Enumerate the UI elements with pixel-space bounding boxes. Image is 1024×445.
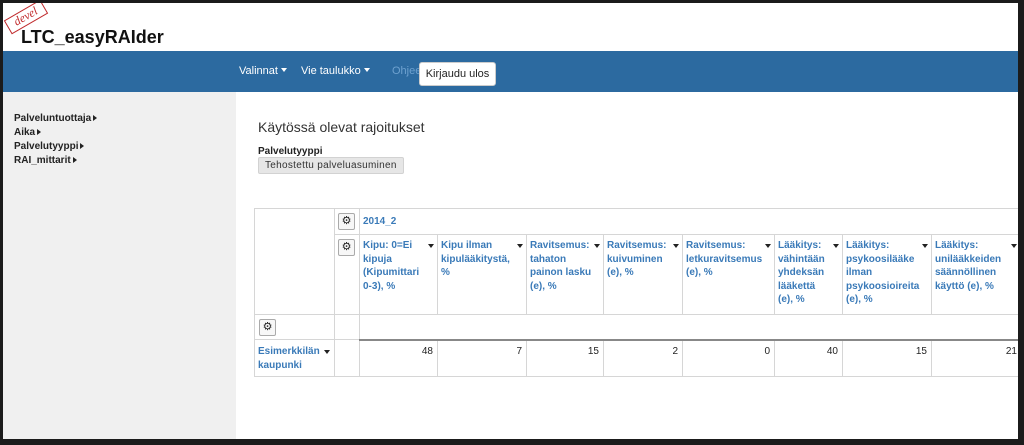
caret-down-icon[interactable] [428, 244, 434, 248]
gear-icon[interactable]: ⚙ [259, 319, 276, 336]
value-cell: 15 [842, 339, 932, 377]
sidebar-item-palveluntuottaja[interactable]: Palveluntuottaja [14, 112, 236, 126]
period-label[interactable]: 2014_2 [363, 216, 396, 227]
column-header-label: Ravitsemus: kuivuminen (e), % [607, 240, 667, 278]
value-cell: 15 [526, 339, 604, 377]
row-divider [359, 339, 1018, 341]
pivot-period-cell: 2014_2 [359, 208, 1018, 235]
app-brand[interactable]: LTC_easyRAIder [21, 27, 164, 48]
caret-down-icon[interactable] [324, 350, 330, 354]
column-header[interactable]: Kipu: 0=Ei kipuja (Kipumittari 0-3), % [363, 239, 437, 293]
column-header-cell: Ravitsemus: kuivuminen (e), % [603, 234, 683, 315]
nav-valinnat-label: Valinnat [239, 65, 278, 77]
caret-down-icon[interactable] [833, 244, 839, 248]
row-spacer-cell [334, 339, 360, 377]
header: devel LTC_easyRAIder [3, 3, 1018, 51]
navbar: Valinnat Vie taulukko Ohjeet Kirjaudu ul… [3, 51, 1018, 92]
cell-value: 7 [516, 346, 522, 357]
sidebar: Palveluntuottaja Aika Palvelutyyppi RAI_… [3, 92, 236, 439]
sidebar-item-label: Aika [14, 127, 36, 138]
value-cell: 48 [359, 339, 438, 377]
column-header-label: Kipu: 0=Ei kipuja (Kipumittari 0-3), % [363, 240, 420, 292]
caret-down-icon[interactable] [673, 244, 679, 248]
sidebar-item-palvelutyyppi[interactable]: Palvelutyyppi [14, 140, 236, 154]
column-header[interactable]: Kipu ilman kipulääkitystä, % [441, 239, 526, 280]
value-cell: 2 [603, 339, 683, 377]
column-header-cell: Kipu: 0=Ei kipuja (Kipumittari 0-3), % [359, 234, 438, 315]
column-header-cell: Kipu ilman kipulääkitystä, % [437, 234, 527, 315]
value-cell: 7 [437, 339, 527, 377]
caret-down-icon[interactable] [517, 244, 523, 248]
column-header-label: Ravitsemus: tahaton painon lasku (e), % [530, 240, 592, 292]
nav-valinnat-dropdown[interactable]: Valinnat [239, 65, 287, 77]
sidebar-item-rai-mittarit[interactable]: RAI_mittarit [14, 154, 236, 168]
nav-vie-taulukko-label: Vie taulukko [301, 65, 361, 77]
column-header[interactable]: Lääkitys: psykoosilääke ilman psykoosioi… [846, 239, 931, 307]
page-title: Käytössä olevat rajoitukset [258, 119, 425, 135]
value-cell: 21 [931, 339, 1018, 377]
cell-value: 40 [826, 346, 838, 357]
column-header[interactable]: Lääkitys: vähintään yhdeksän lääkettä (e… [778, 239, 842, 307]
main-content: Käytössä olevat rajoitukset Palvelutyypp… [236, 92, 1018, 439]
column-header-label: Lääkitys: psykoosilääke ilman psykoosioi… [846, 240, 920, 305]
cell-value: 2 [672, 346, 678, 357]
sidebar-item-aika[interactable]: Aika [14, 126, 236, 140]
column-header-label: Kipu ilman kipulääkitystä, % [441, 240, 510, 278]
nav-vie-taulukko-dropdown[interactable]: Vie taulukko [301, 65, 370, 77]
column-header-cell: Ravitsemus: tahaton painon lasku (e), % [526, 234, 604, 315]
column-header-label: Lääkitys: vähintään yhdeksän lääkettä (e… [778, 240, 825, 305]
value-cell: 0 [682, 339, 775, 377]
sidebar-item-label: RAI_mittarit [14, 155, 71, 166]
caret-down-icon [280, 68, 287, 72]
column-header-cell: Lääkitys: vähintään yhdeksän lääkettä (e… [774, 234, 843, 315]
logout-button[interactable]: Kirjaudu ulos [419, 62, 496, 86]
column-header-label: Ravitsemus: letkuravitsemus (e), % [686, 240, 763, 278]
sidebar-item-label: Palvelutyyppi [14, 141, 79, 152]
column-header[interactable]: Lääkitys: unilääkkeiden säännöllinen käy… [935, 239, 1018, 293]
pivot-gear-cell: ⚙ [334, 208, 360, 235]
caret-right-icon [72, 157, 77, 163]
cell-value: 48 [421, 346, 433, 357]
pivot-empty-cell [359, 314, 1018, 340]
caret-right-icon [37, 129, 42, 135]
filter-chip[interactable]: Tehostettu palveluasuminen [258, 157, 404, 174]
cell-value: 0 [764, 346, 770, 357]
column-header[interactable]: Ravitsemus: letkuravitsemus (e), % [686, 239, 774, 280]
column-header-cell: Ravitsemus: letkuravitsemus (e), % [682, 234, 775, 315]
caret-down-icon [363, 68, 370, 72]
gear-icon[interactable]: ⚙ [338, 213, 355, 230]
gear-icon[interactable]: ⚙ [338, 239, 355, 256]
cell-value: 15 [915, 346, 927, 357]
caret-right-icon [93, 115, 98, 121]
cell-value: 21 [1005, 346, 1017, 357]
row-header-cell: Esimerkkilän kaupunki [254, 339, 335, 377]
caret-down-icon[interactable] [922, 244, 928, 248]
sidebar-item-label: Palveluntuottaja [14, 113, 92, 124]
app-window: devel LTC_easyRAIder Valinnat Vie tauluk… [3, 3, 1018, 439]
pivot-corner [254, 208, 335, 315]
column-header-cell: Lääkitys: psykoosilääke ilman psykoosioi… [842, 234, 932, 315]
pivot-row-gear-cell: ⚙ [254, 314, 335, 340]
column-header[interactable]: Ravitsemus: kuivuminen (e), % [607, 239, 682, 280]
column-header-cell: Lääkitys: unilääkkeiden säännöllinen käy… [931, 234, 1018, 315]
caret-down-icon[interactable] [594, 244, 600, 248]
caret-right-icon [80, 143, 85, 149]
row-label[interactable]: Esimerkkilän kaupunki [258, 345, 320, 373]
pivot-gear-cell-2: ⚙ [334, 234, 360, 315]
filter-label: Palvelutyyppi [258, 146, 323, 157]
cell-value: 15 [587, 346, 599, 357]
caret-down-icon[interactable] [765, 244, 771, 248]
column-header-label: Lääkitys: unilääkkeiden säännöllinen käy… [935, 240, 1002, 292]
column-header[interactable]: Ravitsemus: tahaton painon lasku (e), % [530, 239, 603, 293]
caret-down-icon[interactable] [1011, 244, 1017, 248]
pivot-empty-cell [334, 314, 360, 340]
value-cell: 40 [774, 339, 843, 377]
